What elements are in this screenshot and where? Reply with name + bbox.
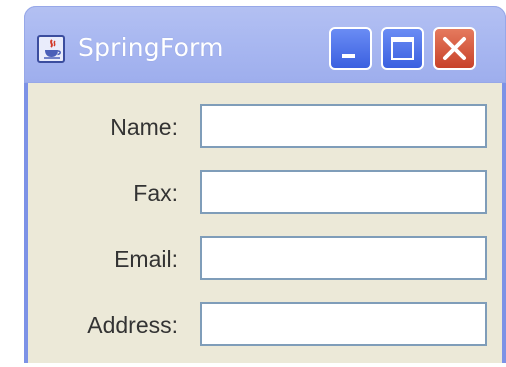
maximize-icon [391, 37, 414, 60]
form-row-fax: Fax: [28, 170, 502, 220]
email-field[interactable] [200, 236, 487, 280]
app-window: SpringForm Name: Fax: Email: Address: [24, 6, 506, 363]
address-label: Address: [87, 312, 178, 338]
form-row-name: Name: [28, 104, 502, 154]
form-row-address: Address: [28, 302, 502, 352]
form-panel: Name: Fax: Email: Address: [28, 83, 502, 363]
name-label: Name: [110, 114, 178, 140]
address-field[interactable] [200, 302, 487, 346]
fax-label: Fax: [133, 180, 178, 206]
close-icon [443, 37, 466, 60]
minimize-button[interactable] [329, 27, 372, 70]
maximize-button[interactable] [381, 27, 424, 70]
fax-field[interactable] [200, 170, 487, 214]
name-field[interactable] [200, 104, 487, 148]
window-title: SpringForm [78, 33, 224, 62]
minimize-icon [342, 54, 355, 58]
close-button[interactable] [433, 27, 476, 70]
email-label: Email: [114, 246, 178, 272]
java-cup-icon[interactable] [37, 35, 65, 63]
title-bar[interactable]: SpringForm [24, 6, 506, 83]
form-row-email: Email: [28, 236, 502, 286]
